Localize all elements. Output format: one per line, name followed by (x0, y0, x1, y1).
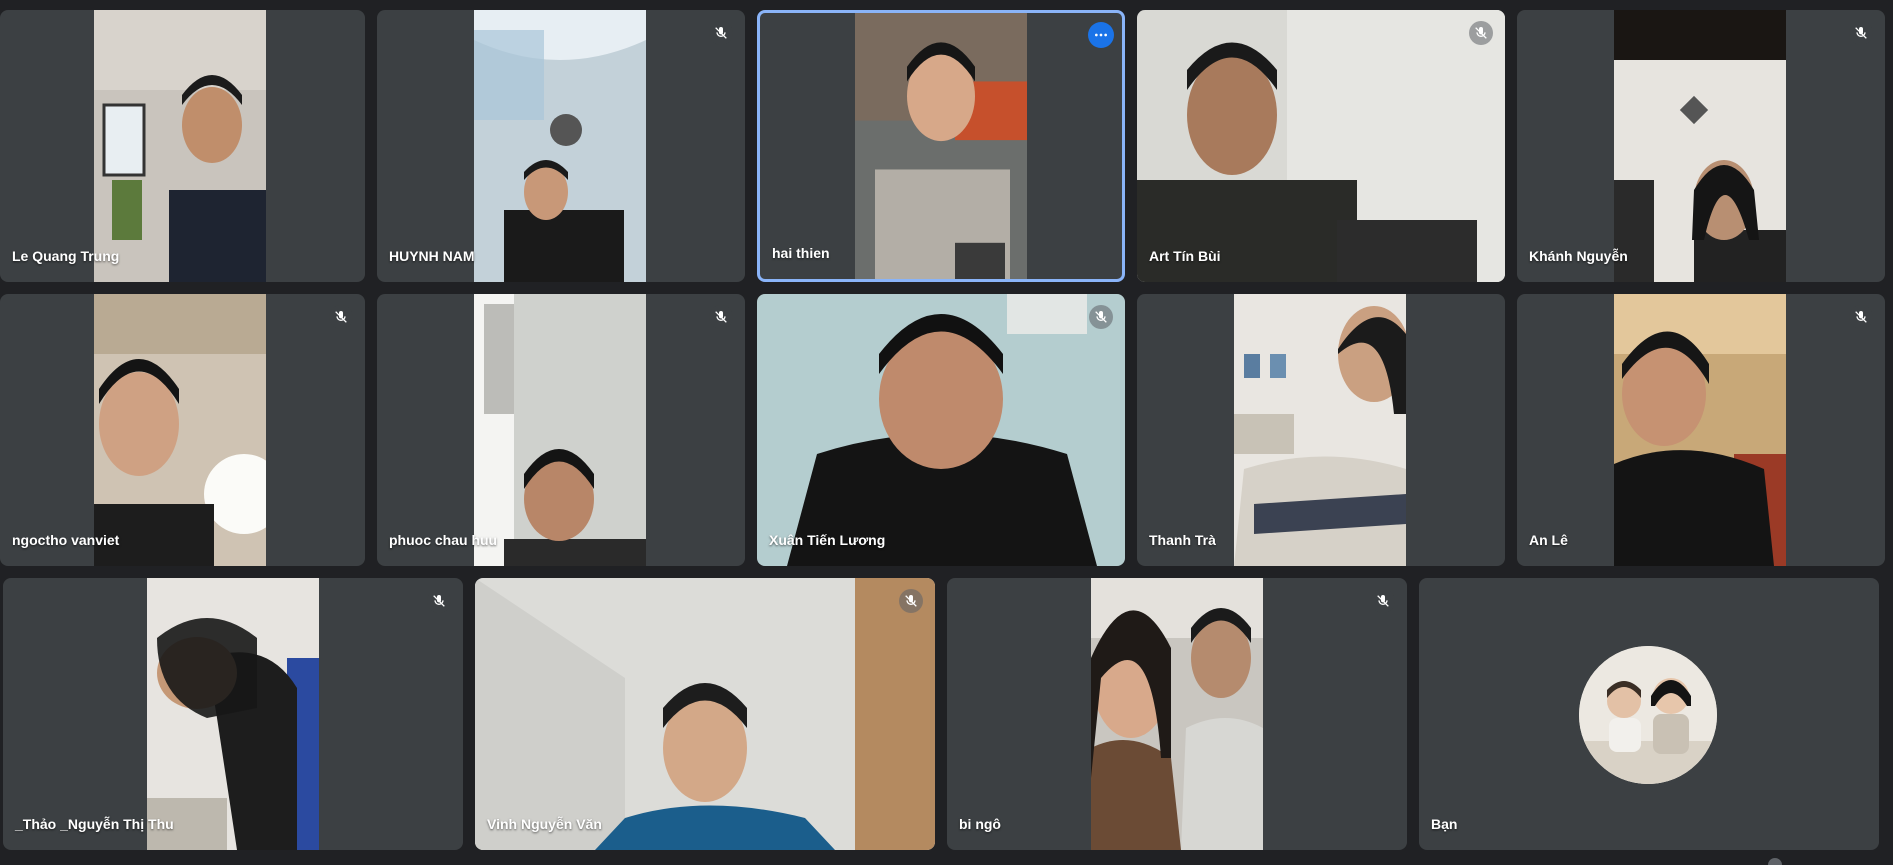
participant-name: _Thảo _Nguyễn Thị Thu (15, 816, 174, 832)
participant-tile-active[interactable]: hai thien (757, 10, 1125, 282)
avatar (1579, 646, 1717, 784)
participant-video (1234, 294, 1406, 566)
mic-off-icon (709, 305, 733, 329)
participant-video (474, 10, 646, 282)
more-options-icon[interactable] (1088, 22, 1114, 48)
participant-name: bi ngô (959, 816, 1001, 832)
participant-video (1137, 10, 1505, 282)
mic-off-icon (899, 589, 923, 613)
participant-tile[interactable]: An Lê (1517, 294, 1885, 566)
participant-tile[interactable]: Thanh Trà (1137, 294, 1505, 566)
participant-name: hai thien (772, 245, 830, 261)
participant-tile[interactable]: Art Tín Bùi (1137, 10, 1505, 282)
participant-tile[interactable]: Xuân Tiến Lương (757, 294, 1125, 566)
participant-name: Art Tín Bùi (1149, 248, 1221, 264)
mic-off-icon (1849, 21, 1873, 45)
participant-name: HUYNH NAM (389, 248, 475, 264)
participant-video (1614, 10, 1786, 282)
participant-name: Xuân Tiến Lương (769, 532, 886, 548)
participant-video (147, 578, 319, 850)
participant-video (757, 294, 1125, 566)
self-tile[interactable]: Bạn (1419, 578, 1879, 850)
participant-tile[interactable]: phuoc chau huu (377, 294, 745, 566)
participant-name: Thanh Trà (1149, 532, 1216, 548)
participant-video (855, 13, 1027, 279)
mic-off-icon (1469, 21, 1493, 45)
participant-video (1091, 578, 1263, 850)
participant-tile[interactable]: bi ngô (947, 578, 1407, 850)
participant-tile[interactable]: Khánh Nguyễn (1517, 10, 1885, 282)
participant-tile[interactable]: HUYNH NAM (377, 10, 745, 282)
participant-video (94, 10, 266, 282)
mic-off-icon (329, 305, 353, 329)
participant-tile[interactable]: Le Quang Trung (0, 10, 365, 282)
participant-video (94, 294, 266, 566)
mic-off-icon (1849, 305, 1873, 329)
mic-off-icon (1371, 589, 1395, 613)
participant-tile[interactable]: ngoctho vanviet (0, 294, 365, 566)
mic-off-icon (427, 589, 451, 613)
participant-name: ngoctho vanviet (12, 532, 120, 548)
scroll-indicator (1768, 858, 1782, 865)
participant-video (1614, 294, 1786, 566)
participant-name: Vinh Nguyễn Văn (487, 816, 602, 832)
participant-name: phuoc chau huu (389, 532, 498, 548)
participant-tile[interactable]: _Thảo _Nguyễn Thị Thu (3, 578, 463, 850)
participant-video (475, 578, 935, 850)
participant-video (474, 294, 646, 566)
participant-name: Khánh Nguyễn (1529, 248, 1628, 264)
participant-name: Le Quang Trung (12, 248, 120, 264)
mic-off-icon (709, 21, 733, 45)
participant-tile[interactable]: Vinh Nguyễn Văn (475, 578, 935, 850)
participant-name: An Lê (1529, 532, 1568, 548)
mic-off-icon (1089, 305, 1113, 329)
participant-name: Bạn (1431, 816, 1458, 832)
meeting-grid: Le Quang Trung HUYNH NAM hai thien Art T… (0, 0, 1893, 865)
